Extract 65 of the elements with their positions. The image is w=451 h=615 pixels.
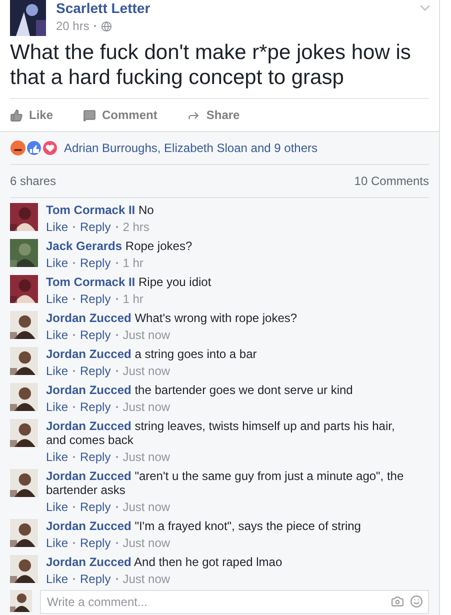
comment-text: Jordan Zucced What's wrong with rope jokes? <box>46 311 298 325</box>
comment-time: 1 hr <box>122 292 144 306</box>
like-link[interactable]: Like <box>46 364 68 378</box>
commenter-name[interactable]: Jordan Zucced <box>46 347 132 361</box>
like-link[interactable]: Like <box>46 400 68 414</box>
comment-time: Just now <box>122 500 170 514</box>
reply-link[interactable]: Reply <box>80 572 111 586</box>
comment-text: Jordan Zucced the bartender goes we dont serve ur kind <box>46 383 353 397</box>
commenter-name[interactable]: Jordan Zucced <box>46 419 132 433</box>
commenter-name[interactable]: Tom Cormack II <box>46 203 136 217</box>
like-link[interactable]: Like <box>46 450 68 464</box>
like-link[interactable]: Like <box>46 220 68 234</box>
like-button[interactable]: Like <box>10 108 54 122</box>
commenter-name[interactable]: Jordan Zucced <box>46 519 132 533</box>
reply-link[interactable]: Reply <box>80 450 111 464</box>
share-button[interactable]: Share <box>187 108 240 122</box>
comment-field[interactable]: Write a comment... <box>40 590 429 614</box>
comment-text: Tom Cormack II Ripe you idiot <box>46 275 212 289</box>
commenter-name[interactable]: Jordan Zucced <box>46 311 132 325</box>
reply-link[interactable]: Reply <box>80 256 111 270</box>
post-text: What the fuck don't make r*pe jokes how is that a hard fucking concept to grasp <box>9 40 412 91</box>
globe-icon <box>101 20 112 32</box>
comment-text: Jordan Zucced "I'm a frayed knot", says the piece of string <box>46 519 361 533</box>
reply-link[interactable]: Reply <box>80 328 111 342</box>
comment-time: Just now <box>122 572 170 586</box>
commenter-name[interactable]: Jordan Zucced <box>46 555 132 569</box>
smiley-icon[interactable] <box>410 595 423 608</box>
like-link[interactable]: Like <box>46 328 68 342</box>
comment-time: Just now <box>122 450 170 464</box>
thumbs-up-icon <box>10 108 23 122</box>
like-link[interactable]: Like <box>46 572 68 586</box>
reply-link[interactable]: Reply <box>80 536 111 550</box>
comment-text: Jordan Zucced string leaves, twists himself up and parts his hair, and comes back <box>46 419 396 447</box>
reply-link[interactable]: Reply <box>80 292 111 306</box>
camera-icon[interactable] <box>391 595 404 608</box>
comment-text: Jordan Zucced "aren't u the same guy from just a minute ago", the bartender asks <box>46 469 405 497</box>
comment-text: Tom Cormack II No <box>46 203 154 217</box>
like-link[interactable]: Like <box>46 256 68 270</box>
like-link[interactable]: Like <box>46 292 68 306</box>
commenter-name[interactable]: Jordan Zucced <box>46 383 132 397</box>
comment-time: Just now <box>122 536 170 550</box>
comment-time: 2 hrs <box>122 220 150 234</box>
comment-time: Just now <box>122 400 170 414</box>
comments-count[interactable]: 10 Comments <box>354 174 429 188</box>
commenter-name[interactable]: Jordan Zucced <box>46 469 132 483</box>
comment-text: Jordan Zucced And then he got raped lmao <box>46 555 282 569</box>
comment-time: 1 hr <box>122 256 144 270</box>
author-name[interactable]: Scarlett Letter <box>56 0 150 16</box>
speech-bubble-icon <box>83 108 96 122</box>
comment-time: Just now <box>122 328 170 342</box>
reaction-icons-drawing <box>10 140 58 156</box>
comment-text: Jack Gerards Rope jokes? <box>46 239 192 253</box>
reply-link[interactable]: Reply <box>80 400 111 414</box>
comment-button[interactable]: Comment <box>83 108 158 122</box>
like-link[interactable]: Like <box>46 536 68 550</box>
reply-link[interactable]: Reply <box>80 220 111 234</box>
commenter-name[interactable]: Jack Gerards <box>46 239 122 253</box>
comment-time: Just now <box>122 364 170 378</box>
reply-link[interactable]: Reply <box>80 364 111 378</box>
reply-link[interactable]: Reply <box>80 500 111 514</box>
reactions-summary[interactable]: Adrian Burroughs, Elizabeth Sloan and 9 others <box>64 141 318 155</box>
comment-text: Jordan Zucced a string goes into a bar <box>46 347 257 361</box>
shares-count[interactable]: 6 shares <box>10 174 56 188</box>
like-link[interactable]: Like <box>46 500 68 514</box>
commenter-name[interactable]: Tom Cormack II <box>46 275 136 289</box>
